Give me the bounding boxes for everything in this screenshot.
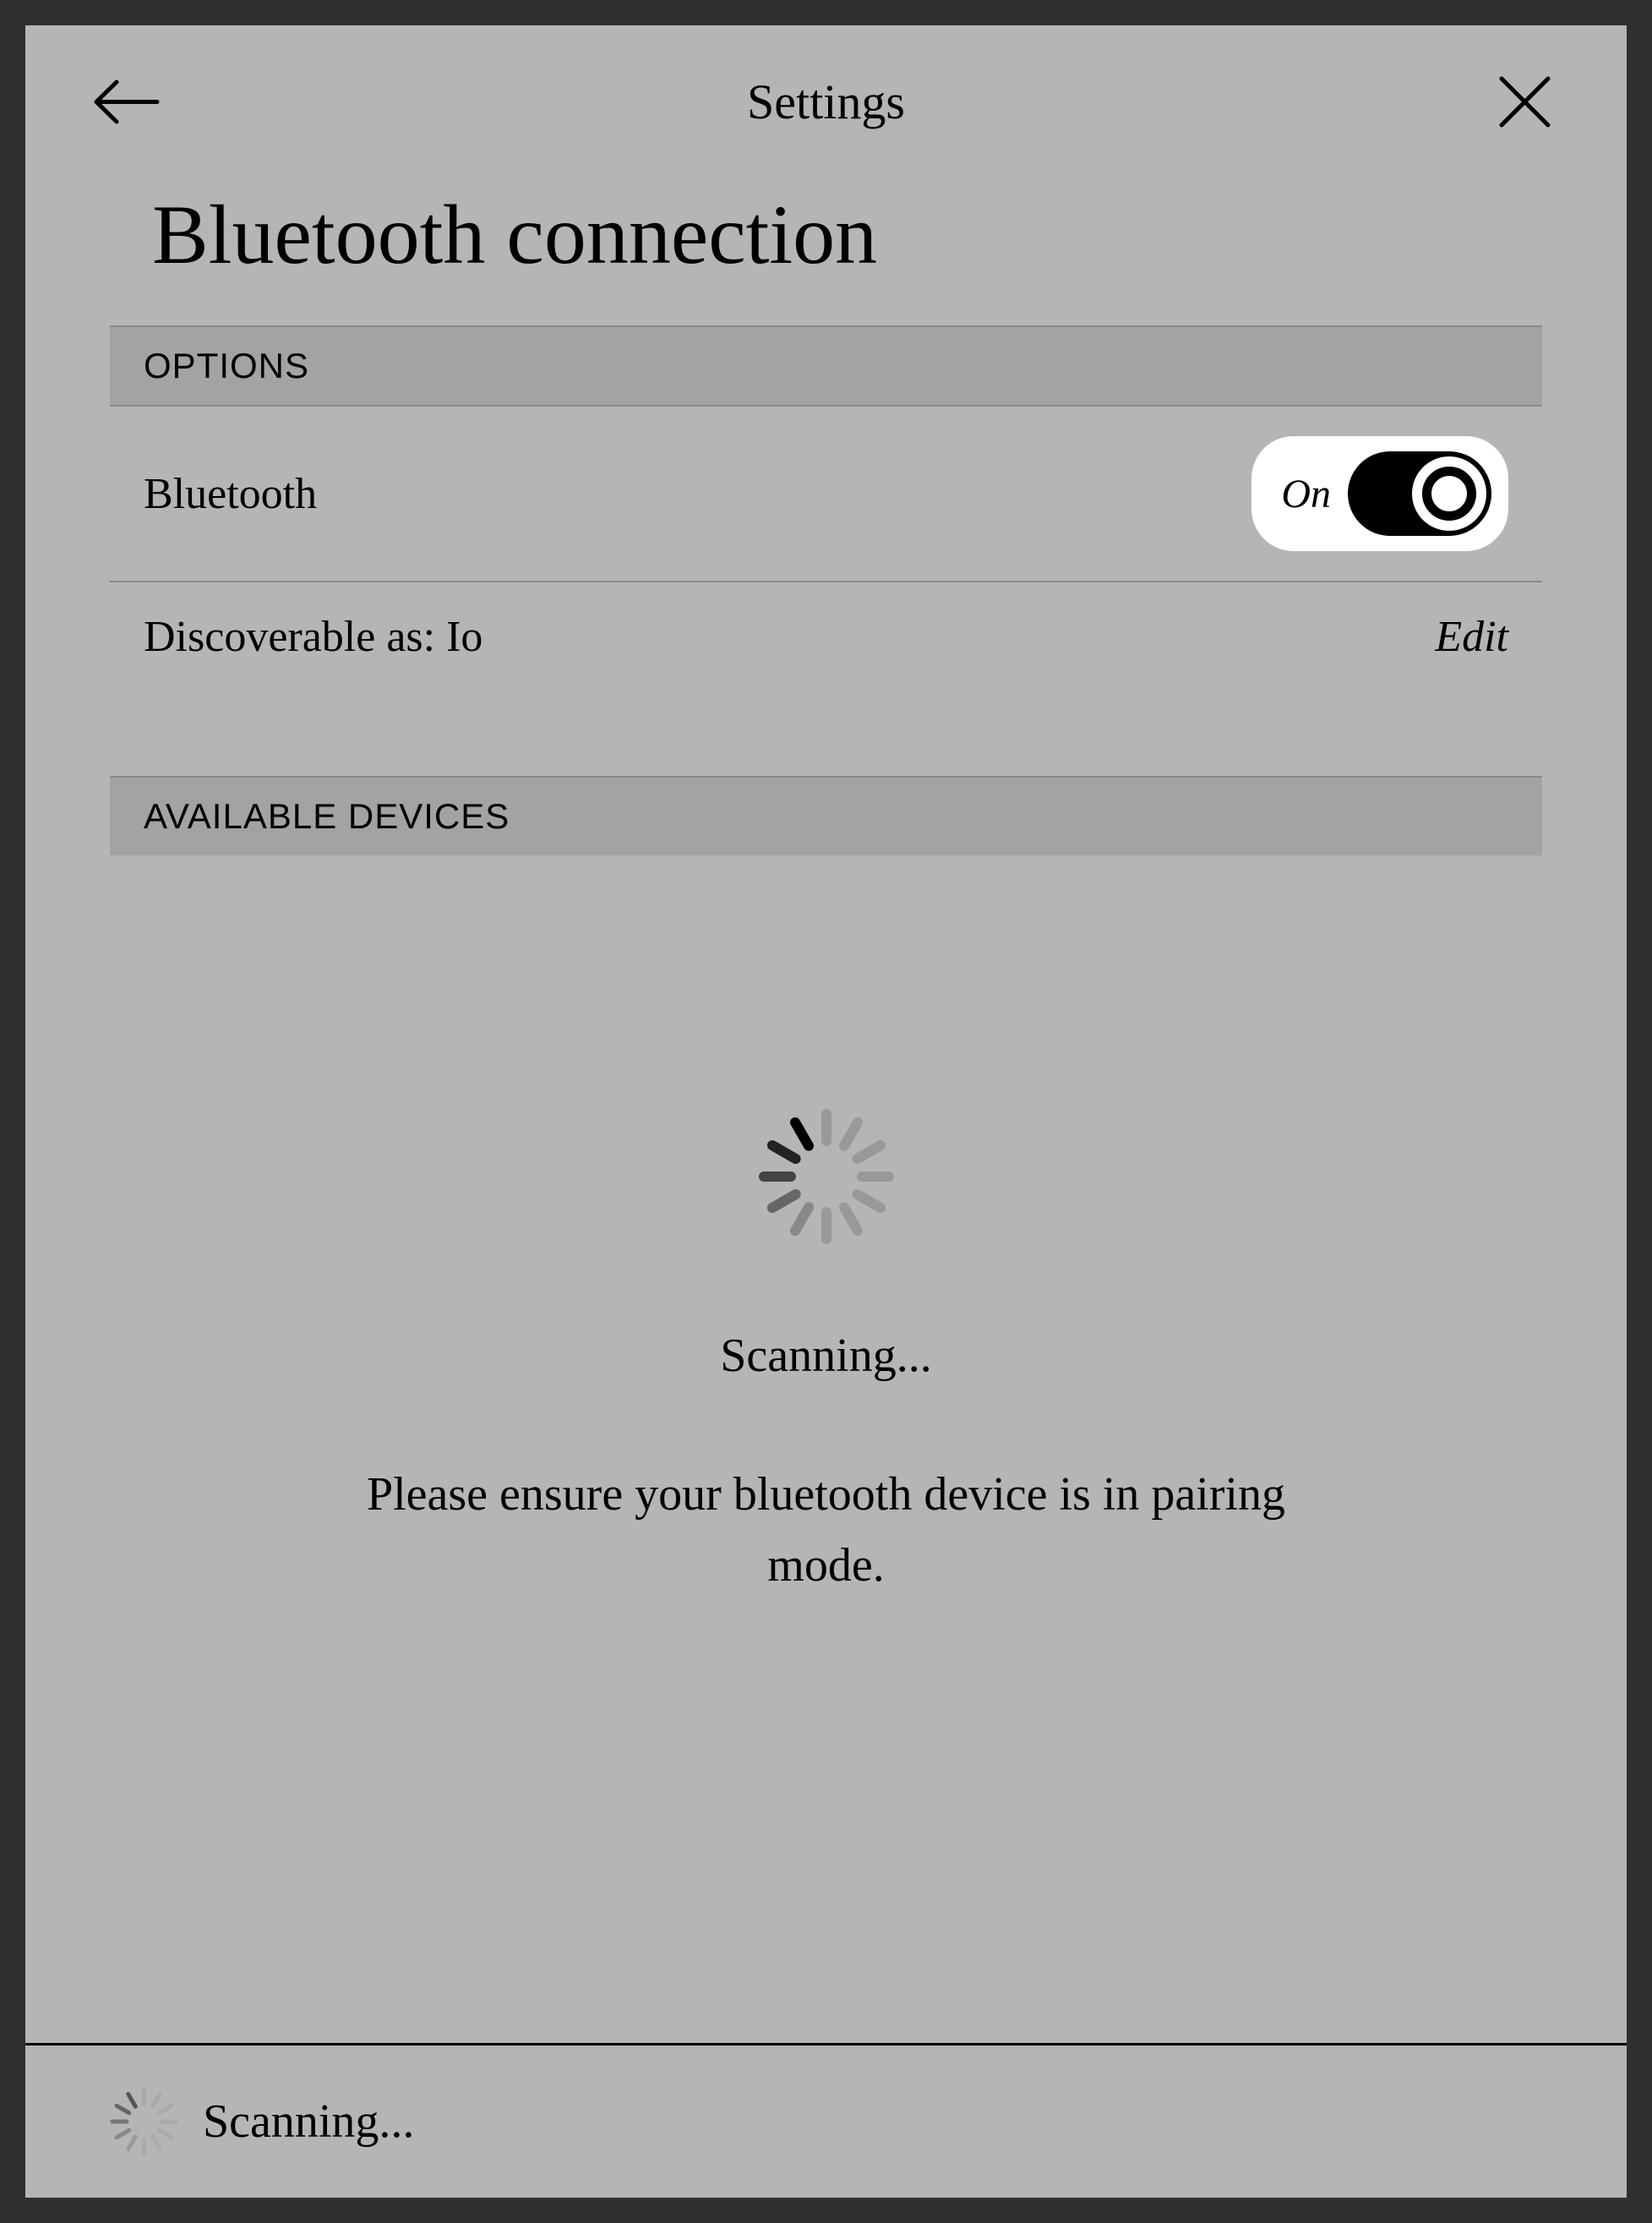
available-devices-section-header: AVAILABLE DEVICES	[110, 776, 1542, 855]
discoverable-row: Discoverable as: Io Edit	[110, 582, 1542, 691]
footer-bar: Scanning...	[25, 2043, 1627, 2198]
edit-button[interactable]: Edit	[1435, 612, 1508, 662]
bluetooth-toggle[interactable]: On	[1251, 436, 1508, 551]
close-icon	[1497, 74, 1552, 129]
bluetooth-label: Bluetooth	[144, 469, 317, 519]
footer-status: Scanning...	[203, 2095, 414, 2149]
arrow-left-icon	[93, 79, 161, 125]
scanning-area: Scanning... Please ensure your bluetooth…	[110, 855, 1542, 2043]
settings-window: Settings Bluetooth connection OPTIONS Bl…	[25, 25, 1627, 2198]
spinner-icon	[759, 1109, 894, 1244]
header-title: Settings	[747, 74, 905, 130]
discoverable-label: Discoverable as: Io	[144, 612, 483, 662]
spinner-icon	[110, 2088, 177, 2155]
close-button[interactable]	[1491, 68, 1559, 135]
scanning-status: Scanning...	[720, 1329, 931, 1383]
toggle-switch-icon	[1348, 451, 1491, 536]
toggle-state-label: On	[1281, 471, 1331, 517]
header-bar: Settings	[25, 25, 1627, 169]
options-section-header: OPTIONS	[110, 325, 1542, 407]
bluetooth-row: Bluetooth On	[110, 407, 1542, 582]
content-area: OPTIONS Bluetooth On Discoverable as: Io…	[25, 325, 1627, 2043]
scanning-hint: Please ensure your bluetooth device is i…	[362, 1459, 1291, 1601]
back-button[interactable]	[93, 68, 161, 135]
page-title: Bluetooth connection	[25, 169, 1627, 325]
